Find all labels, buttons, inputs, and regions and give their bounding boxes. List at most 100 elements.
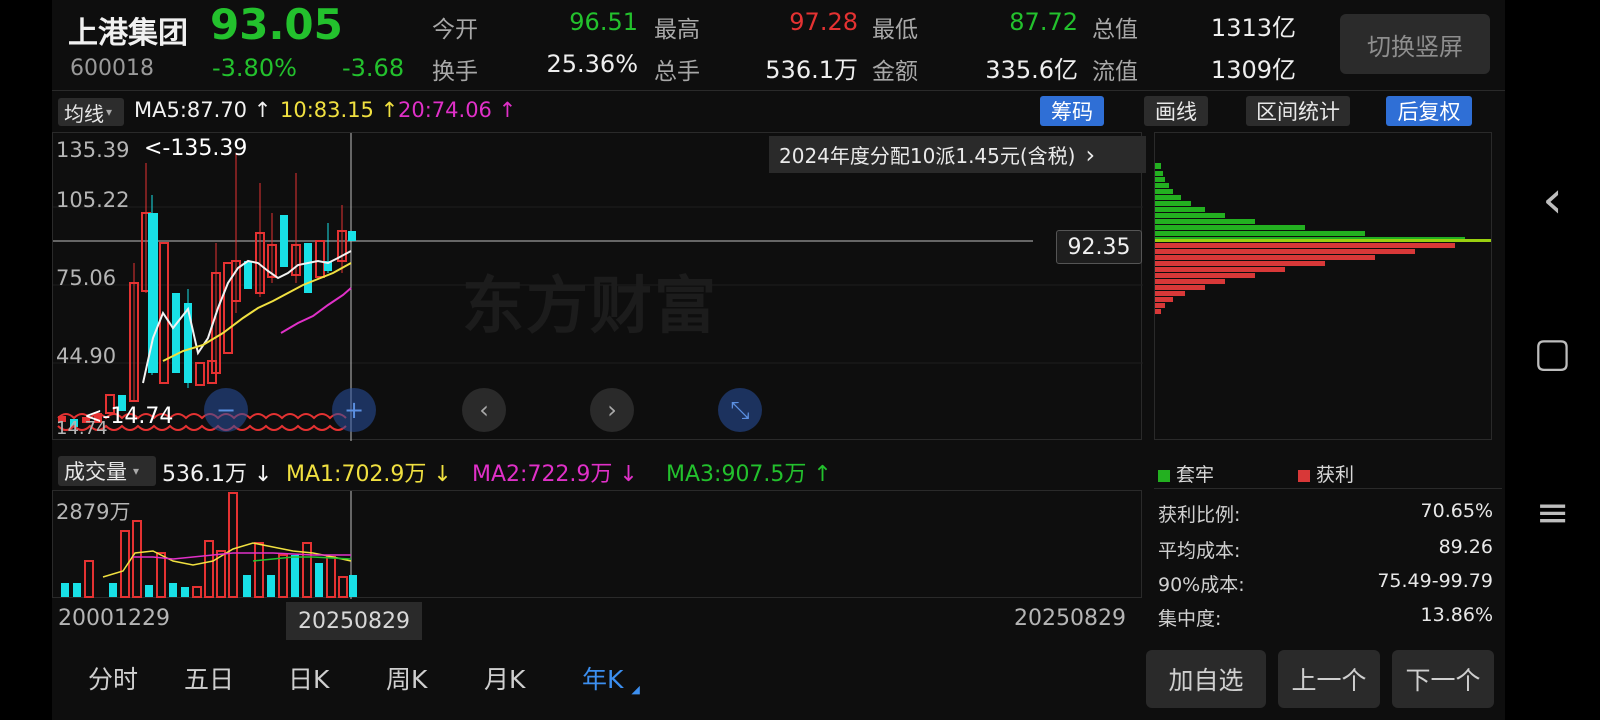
zoom-out-button[interactable]: − <box>204 388 248 432</box>
chip-bar <box>1155 243 1455 248</box>
legend-trapped: 套牢 <box>1158 460 1214 487</box>
amount-value: 335.6亿 <box>985 56 1078 84</box>
tab-monthly-k[interactable]: 月K <box>484 660 525 696</box>
chip-canvas <box>1155 163 1491 314</box>
tab-yearly-k-label: 年K <box>582 665 624 694</box>
draw-line-button[interactable]: 画线 <box>1144 96 1208 126</box>
volume-bar <box>302 542 312 598</box>
chevron-right-icon: › <box>1085 140 1096 169</box>
scroll-left-button[interactable]: ‹ <box>462 388 506 432</box>
legend-trapped-label: 套牢 <box>1176 464 1215 486</box>
ma-selector-label: 均线 <box>64 101 104 126</box>
profit-ratio-label: 获利比例: <box>1158 504 1241 526</box>
ma20-value: 20:74.06 ↑ <box>398 98 517 122</box>
chevron-left-icon: ‹ <box>479 396 489 424</box>
switch-portrait-button[interactable]: 切换竖屏 <box>1340 14 1490 74</box>
volume-bar <box>338 576 348 598</box>
back-icon[interactable]: ‹ <box>1505 170 1600 230</box>
high-value: 97.28 <box>789 8 858 36</box>
profit-ratio-value: 70.65% <box>1420 500 1493 522</box>
volume-ma1: MA1:702.9万 ↓ <box>286 462 452 487</box>
volume-selector-label: 成交量 <box>64 460 127 484</box>
tab-weekly-k[interactable]: 周K <box>386 660 427 696</box>
volume-bar <box>243 575 251 597</box>
candle <box>244 261 252 289</box>
volume-value: 536.1万 <box>765 56 858 84</box>
candle <box>195 362 205 386</box>
avg-cost-label: 平均成本: <box>1158 540 1241 562</box>
range-stats-button[interactable]: 区间统计 <box>1246 96 1350 126</box>
candle <box>172 293 180 373</box>
chip-bar <box>1155 231 1365 236</box>
avg-cost-value: 89.26 <box>1438 536 1493 558</box>
stats-divider <box>1154 488 1502 489</box>
volume-selector[interactable]: 成交量 ▾ <box>58 456 156 486</box>
next-stock-button[interactable]: 下一个 <box>1392 650 1494 708</box>
tab-yearly-k[interactable]: 年K ◢ <box>582 660 640 696</box>
dividend-banner[interactable]: 2024年度分配10派1.45元(含税) › <box>769 136 1146 173</box>
chip-bar <box>1155 213 1225 218</box>
add-watchlist-button[interactable]: 加自选 <box>1146 650 1266 708</box>
volume-bar <box>181 587 189 597</box>
chip-bar <box>1155 163 1161 169</box>
collapse-button[interactable]: ⤡ <box>718 388 762 432</box>
legend-profit: 获利 <box>1298 460 1354 487</box>
volume-bar <box>84 560 94 598</box>
volume-bar <box>254 542 264 598</box>
volume-bar <box>291 555 299 597</box>
candle <box>315 240 325 278</box>
chip-bar <box>1155 297 1173 302</box>
volume-bar <box>326 556 336 598</box>
volume-bar <box>278 554 288 598</box>
legend-square-green <box>1158 469 1170 482</box>
volume-bar <box>73 583 81 597</box>
adjust-button[interactable]: 后复权 <box>1386 96 1472 126</box>
float-label: 流值 <box>1092 59 1138 85</box>
caret-down-icon: ▾ <box>106 105 113 119</box>
volume-bar <box>132 520 142 598</box>
app-root: 上港集团 93.05 600018 -3.80% -3.68 今开 96.51 … <box>52 0 1505 720</box>
chip-bar <box>1155 249 1415 254</box>
chip-bar <box>1155 309 1161 314</box>
candle <box>184 303 192 383</box>
volume-bar <box>61 583 69 597</box>
dividend-text: 2024年度分配10派1.45元(含税) <box>779 144 1076 168</box>
candle <box>348 231 356 241</box>
zoom-in-button[interactable]: + <box>332 388 376 432</box>
volume-bar <box>267 575 275 597</box>
date-cursor: 20250829 <box>286 602 422 640</box>
current-price-chip <box>1155 239 1491 242</box>
menu-icon[interactable]: ≡ <box>1505 490 1600 536</box>
low-value: 87.72 <box>1009 8 1078 36</box>
open-value: 96.51 <box>569 8 638 36</box>
tab-daily-k[interactable]: 日K <box>288 660 329 696</box>
mktcap-label: 总值 <box>1092 17 1138 43</box>
volume-chart[interactable] <box>52 490 1142 599</box>
ma-selector[interactable]: 均线 ▾ <box>58 98 124 126</box>
open-label: 今开 <box>432 17 478 43</box>
stock-code: 600018 <box>70 56 154 81</box>
chip-bar <box>1155 207 1205 212</box>
turnover-value: 25.36% <box>546 50 638 78</box>
chip-bar <box>1155 291 1185 296</box>
amount-label: 金额 <box>872 59 918 85</box>
chips-button[interactable]: 筹码 <box>1040 96 1104 126</box>
max-marker: <-135.39 <box>144 136 248 161</box>
caret-down-icon: ▾ <box>133 464 140 478</box>
y-label-135: 135.39 <box>56 138 130 162</box>
tab-five-day[interactable]: 五日 <box>184 660 234 696</box>
home-icon[interactable]: ▢ <box>1505 330 1600 376</box>
minus-icon: − <box>215 396 237 424</box>
cost-90-label: 90%成本: <box>1158 574 1245 596</box>
stock-name: 上港集团 <box>68 16 188 51</box>
chip-bar <box>1155 285 1205 290</box>
low-label: 最低 <box>872 17 918 43</box>
scroll-right-button[interactable]: › <box>590 388 634 432</box>
chip-distribution[interactable] <box>1154 132 1492 440</box>
volume-current: 536.1万 ↓ <box>162 462 273 487</box>
header-divider <box>52 90 1505 91</box>
float-value: 1309亿 <box>1210 56 1296 84</box>
previous-stock-button[interactable]: 上一个 <box>1278 650 1380 708</box>
tab-intraday[interactable]: 分时 <box>88 660 138 696</box>
volume-bar <box>349 575 357 597</box>
